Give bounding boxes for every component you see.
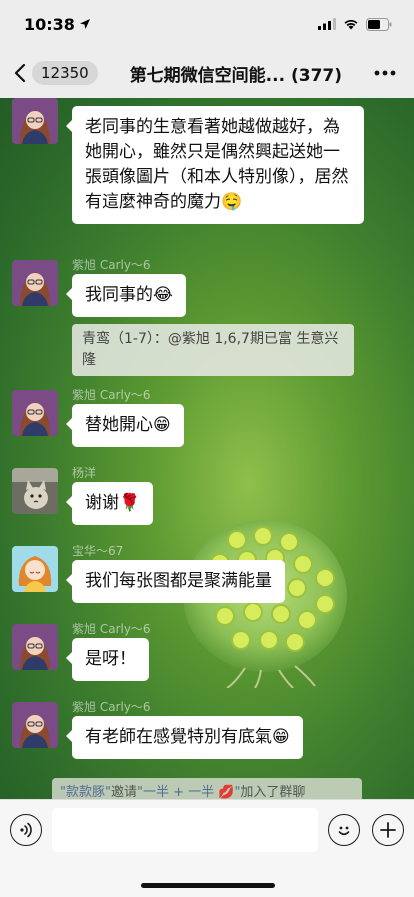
- notice-suffix: 加入了群聊: [240, 785, 306, 799]
- location-arrow-icon: [79, 19, 90, 29]
- voice-button[interactable]: [10, 814, 42, 846]
- message-input[interactable]: [52, 808, 318, 852]
- voice-icon: [20, 822, 32, 838]
- sender-name: 杨洋: [72, 466, 97, 480]
- quoted-message[interactable]: 青鸾（1-7）：@紫旭 1,6,7期已富 生意兴隆: [72, 324, 354, 376]
- woman-avatar-icon: [12, 390, 58, 436]
- avatar[interactable]: [12, 702, 58, 748]
- sender-name: 紫旭 Carly～6: [72, 258, 151, 272]
- woman-avatar-icon: [12, 98, 58, 144]
- status-time-text: 10:38: [24, 14, 75, 34]
- sender-name: 宝华～67: [72, 544, 124, 558]
- message-bubble[interactable]: 老同事的生意看著她越做越好，為她開心，雖然只是偶然興起送她一張頭像圖片（和本人特…: [66, 106, 364, 224]
- emoji-icon: [338, 826, 350, 836]
- more-dots-icon: [374, 70, 396, 76]
- avatar[interactable]: [12, 546, 58, 592]
- woman-avatar-icon: [12, 702, 58, 748]
- wifi-icon: [344, 19, 358, 30]
- cartoon-girl-avatar-icon: [12, 546, 58, 592]
- status-icons: [318, 17, 392, 31]
- back-chevron-icon: [14, 63, 26, 83]
- unread-count-badge: 12350: [32, 61, 98, 85]
- sender-name: 紫旭 Carly～6: [72, 388, 151, 402]
- woman-avatar-icon: [12, 260, 58, 306]
- avatar[interactable]: [12, 98, 58, 144]
- message-bubble[interactable]: 替她開心😁: [66, 404, 184, 447]
- chat-area[interactable]: 老同事的生意看著她越做越好，為她開心，雖然只是偶然興起送她一張頭像圖片（和本人特…: [0, 98, 414, 799]
- status-bar: 10:38: [0, 0, 414, 48]
- inviter-name-link[interactable]: "款款豚": [60, 785, 111, 799]
- message-bubble[interactable]: 有老師在感覺特別有底氣😁: [66, 716, 303, 759]
- notice-action: 邀请: [110, 785, 137, 799]
- system-notice: "款款豚"邀请"一半 + 一半 💋"加入了群聊: [52, 778, 362, 799]
- sender-name: 紫旭 Carly～6: [72, 700, 151, 714]
- back-button[interactable]: 12350: [14, 61, 98, 85]
- chat-header: 12350 第七期微信空间能... (377): [0, 48, 414, 98]
- message-bubble[interactable]: 我们每张图都是聚满能量: [66, 560, 285, 603]
- member-count: (377): [290, 65, 343, 86]
- avatar[interactable]: [12, 624, 58, 670]
- woman-avatar-icon: [12, 624, 58, 670]
- home-indicator: [141, 883, 275, 888]
- message-bubble[interactable]: 我同事的😂: [66, 274, 186, 317]
- plus-icon: [380, 822, 396, 838]
- avatar[interactable]: [12, 468, 58, 514]
- message-bubble[interactable]: 谢谢🌹: [65, 482, 154, 525]
- invitee-name-link[interactable]: "一半 + 一半 💋": [137, 785, 240, 799]
- chat-title: 第七期微信空间能... (377): [102, 61, 370, 86]
- status-time: 10:38: [24, 15, 91, 34]
- plus-button[interactable]: [372, 814, 404, 846]
- more-button[interactable]: [370, 70, 400, 76]
- chat-title-text: 第七期微信空间能...: [129, 65, 286, 86]
- avatar[interactable]: [12, 390, 58, 436]
- emoji-button[interactable]: [328, 814, 360, 846]
- avatar[interactable]: [12, 260, 58, 306]
- message-bubble[interactable]: 是呀！: [66, 638, 149, 681]
- battery-icon: [366, 17, 392, 31]
- cat-avatar-icon: [12, 468, 58, 514]
- signal-icon: [318, 18, 336, 30]
- sender-name: 紫旭 Carly～6: [72, 622, 151, 636]
